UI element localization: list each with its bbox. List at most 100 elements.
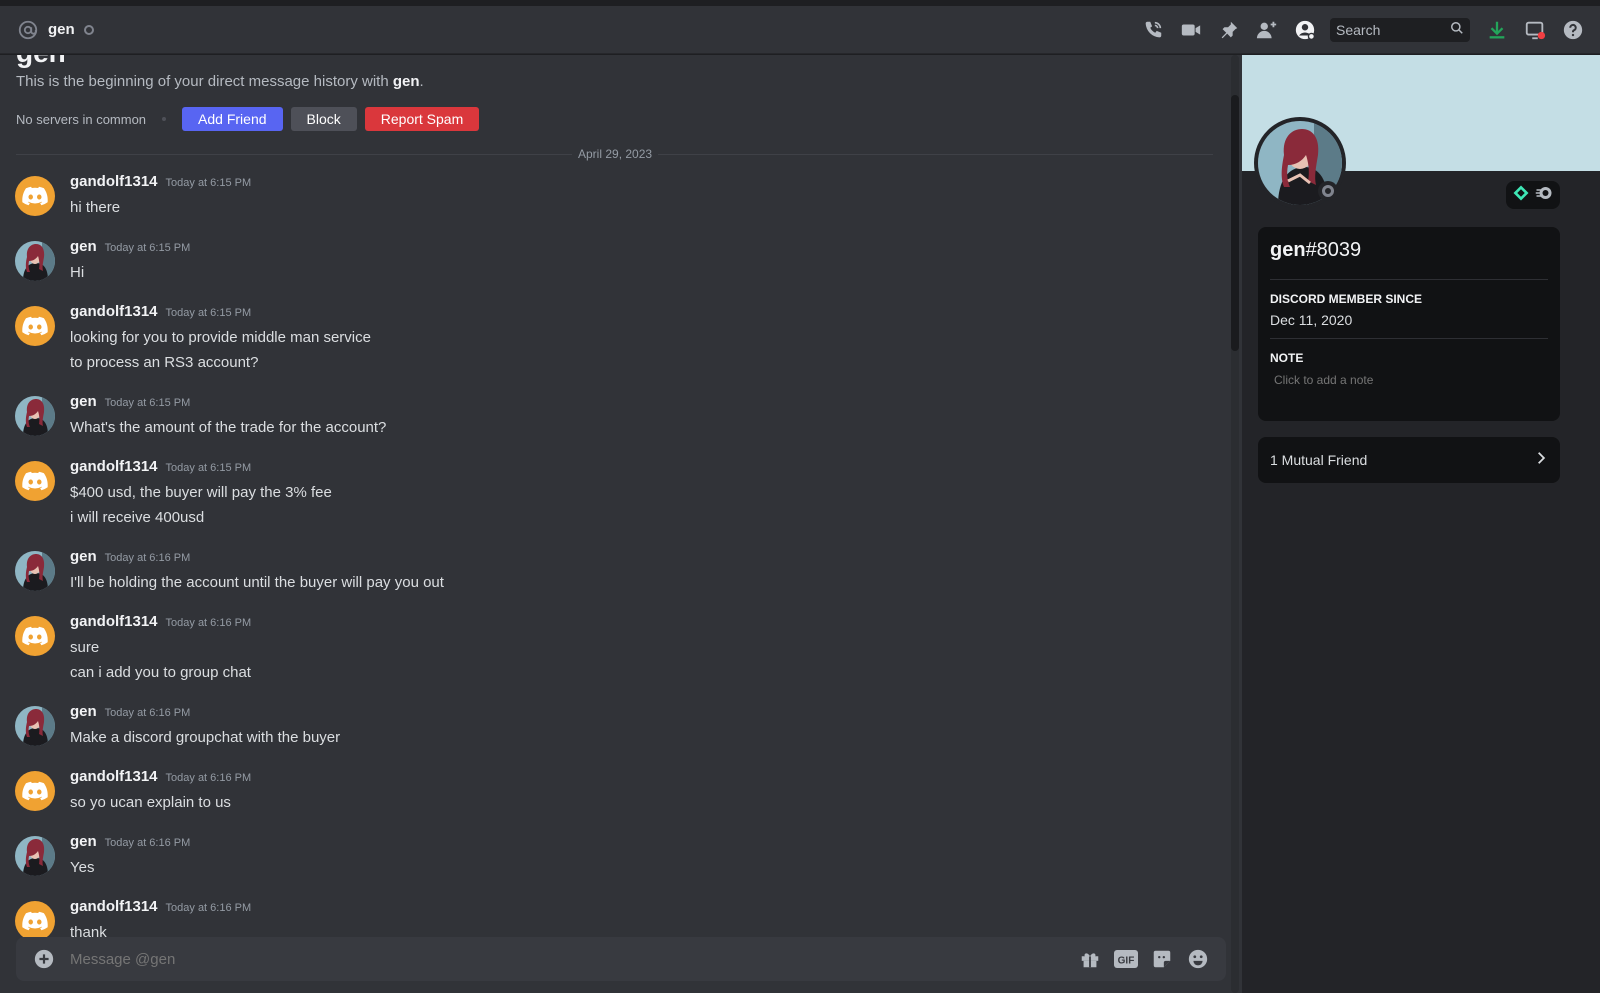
profile-info-card: gen#8039 DISCORD MEMBER SINCE Dec 11, 20… [1258, 227, 1560, 421]
user-avatar[interactable] [15, 241, 55, 281]
message-header: gen Today at 6:16 PM [70, 703, 1230, 725]
note-label: NOTE [1270, 351, 1304, 365]
message-timestamp: Today at 6:15 PM [165, 462, 252, 474]
user-avatar[interactable] [15, 706, 55, 746]
default-discord-avatar[interactable] [15, 176, 55, 216]
download-icon[interactable] [1485, 18, 1509, 42]
message-input[interactable] [70, 950, 1072, 968]
discord-logo-icon [22, 186, 48, 206]
note-input[interactable] [1274, 373, 1534, 387]
message-timestamp: Today at 6:16 PM [104, 707, 191, 719]
dm-intro-title: gen [16, 55, 66, 69]
search-placeholder: Search [1336, 22, 1381, 38]
video-call-icon[interactable] [1179, 18, 1203, 42]
block-button[interactable]: Block [290, 107, 357, 131]
dm-header-name[interactable]: gen [48, 21, 75, 38]
discord-logo-icon [22, 911, 48, 931]
message-author[interactable]: gen [70, 833, 97, 850]
header-toolbar: Search [1134, 6, 1592, 54]
pinned-messages-icon[interactable] [1217, 18, 1241, 42]
message-author[interactable]: gandolf1314 [70, 898, 158, 915]
message-header: gandolf1314 Today at 6:16 PM [70, 898, 1230, 920]
add-friends-to-dm-icon[interactable] [1255, 18, 1279, 42]
add-friend-button[interactable]: Add Friend [182, 107, 283, 131]
message-author[interactable]: gen [70, 393, 97, 410]
dm-header: gen Search [0, 6, 1600, 54]
user-avatar[interactable] [15, 396, 55, 436]
message-item[interactable]: gen Today at 6:15 PM What's the amount of … [0, 393, 1230, 440]
voice-call-icon[interactable] [1141, 18, 1165, 42]
message-author[interactable]: gandolf1314 [70, 768, 158, 785]
message-header: gen Today at 6:15 PM [70, 393, 1230, 415]
message-author[interactable]: gandolf1314 [70, 303, 158, 320]
chevron-right-icon [1534, 451, 1548, 470]
default-discord-avatar[interactable] [15, 771, 55, 811]
message-header: gen Today at 6:16 PM [70, 548, 1230, 570]
message-author[interactable]: gandolf1314 [70, 173, 158, 190]
message-header: gandolf1314 Today at 6:16 PM [70, 613, 1230, 635]
default-discord-avatar[interactable] [15, 306, 55, 346]
message-header: gandolf1314 Today at 6:16 PM [70, 768, 1230, 790]
screen-share-notification-icon[interactable] [1523, 18, 1547, 42]
message-timestamp: Today at 6:16 PM [104, 552, 191, 564]
message-list: gandolf1314 Today at 6:15 PM hi there gen To… [0, 173, 1230, 963]
avatar-photo [15, 836, 55, 876]
message-item[interactable]: gen Today at 6:16 PM Make a discord groupc… [0, 703, 1230, 750]
message-header: gen Today at 6:15 PM [70, 238, 1230, 260]
message-item[interactable]: gen Today at 6:16 PM I'll be holding the a… [0, 548, 1230, 595]
message-text: sure [70, 639, 100, 656]
message-timestamp: Today at 6:16 PM [165, 617, 252, 629]
date-divider-label: April 29, 2023 [572, 147, 659, 161]
search-icon [1450, 21, 1464, 40]
message-timestamp: Today at 6:15 PM [165, 307, 252, 319]
avatar-photo [15, 706, 55, 746]
message-author[interactable]: gen [70, 703, 97, 720]
message-item[interactable]: gandolf1314 Today at 6:16 PM so yo ucan ex… [0, 768, 1230, 815]
emoji-icon[interactable] [1186, 947, 1210, 971]
message-author[interactable]: gandolf1314 [70, 613, 158, 630]
gift-icon[interactable] [1078, 947, 1102, 971]
message-item[interactable]: gandolf1314 Today at 6:15 PM looking for y… [0, 303, 1230, 375]
user-avatar[interactable] [15, 551, 55, 591]
profile-username: gen#8039 [1270, 239, 1548, 273]
sticker-icon[interactable] [1150, 947, 1174, 971]
default-discord-avatar[interactable] [15, 461, 55, 501]
message-text: $400 usd, the buyer will pay the 3% fee [70, 484, 332, 501]
message-author[interactable]: gen [70, 548, 97, 565]
mutual-friends-button[interactable]: 1 Mutual Friend [1258, 437, 1560, 483]
discord-logo-icon [22, 316, 48, 336]
message-text: Hi [70, 264, 85, 281]
message-text: so yo ucan explain to us [70, 794, 231, 811]
message-text: looking for you to provide middle man se… [70, 329, 371, 346]
nitro-badge-icon[interactable] [1534, 184, 1554, 207]
hide-user-profile-icon[interactable] [1293, 18, 1317, 42]
chat-area: gen This is the beginning of your direct… [0, 55, 1242, 993]
message-text: What's the amount of the trade for the a… [70, 419, 387, 436]
gif-picker-icon[interactable]: GIF [1114, 947, 1138, 971]
search-bar[interactable]: Search [1330, 18, 1470, 42]
report-spam-button[interactable]: Report Spam [364, 107, 480, 131]
help-icon[interactable] [1561, 18, 1585, 42]
profile-badges [1506, 181, 1560, 209]
hypesquad-badge-icon[interactable] [1512, 184, 1530, 207]
dm-intro-text: This is the beginning of your direct mes… [16, 73, 424, 90]
dm-intro-prefix: This is the beginning of your direct mes… [16, 73, 393, 90]
user-avatar[interactable] [15, 836, 55, 876]
scrollbar-thumb[interactable] [1231, 95, 1239, 351]
discord-logo-icon [22, 471, 48, 491]
message-item[interactable]: gandolf1314 Today at 6:15 PM $400 usd, the… [0, 458, 1230, 530]
default-discord-avatar[interactable] [15, 901, 55, 941]
default-discord-avatar[interactable] [15, 616, 55, 656]
message-item[interactable]: gandolf1314 Today at 6:16 PM sure can i add… [0, 613, 1230, 685]
divider [1270, 279, 1548, 280]
avatar-photo [15, 551, 55, 591]
dm-intro-actions: No servers in common Add Friend Block Re… [16, 107, 487, 131]
message-author[interactable]: gandolf1314 [70, 458, 158, 475]
message-item[interactable]: gandolf1314 Today at 6:15 PM hi there [0, 173, 1230, 220]
profile-status-offline-icon [1318, 181, 1338, 201]
message-item[interactable]: gen Today at 6:15 PM Hi [0, 238, 1230, 285]
message-item[interactable]: gen Today at 6:16 PM Yes [0, 833, 1230, 880]
upload-plus-icon[interactable] [32, 947, 56, 971]
message-text: Make a discord groupchat with the buyer [70, 729, 341, 746]
message-author[interactable]: gen [70, 238, 97, 255]
